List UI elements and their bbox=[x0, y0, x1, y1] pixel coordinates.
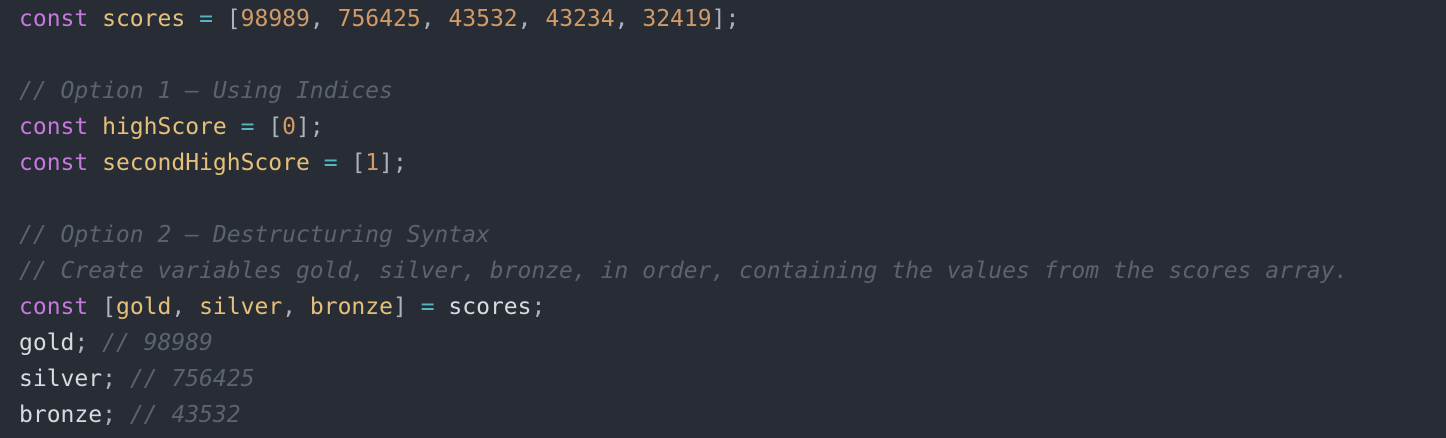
variable-name: secondHighScore bbox=[102, 150, 310, 176]
bracket-open: [ bbox=[102, 294, 116, 320]
bracket-close: ]; bbox=[296, 114, 324, 140]
code-comment: // Option 1 – Using Indices bbox=[19, 78, 393, 104]
number-literal: 32419 bbox=[642, 6, 712, 32]
variable-name: scores bbox=[102, 6, 186, 32]
code-comment: // 43532 bbox=[129, 402, 241, 428]
assign-operator: = bbox=[240, 114, 255, 140]
bracket-open: [ bbox=[226, 6, 241, 32]
bracket-close: ]; bbox=[711, 6, 740, 32]
number-literal: 98989 bbox=[240, 6, 310, 32]
identifier: bronze bbox=[19, 402, 103, 428]
keyword: const bbox=[19, 294, 89, 320]
number-literal: 0 bbox=[282, 114, 297, 140]
code-comment: // 98989 bbox=[102, 330, 213, 356]
identifier: silver bbox=[19, 366, 103, 392]
number-literal: 756425 bbox=[337, 6, 421, 32]
semicolon: ; bbox=[531, 294, 546, 320]
assign-operator: = bbox=[323, 150, 338, 176]
variable-name: highScore bbox=[102, 114, 227, 140]
comma: , bbox=[420, 6, 435, 32]
bracket-close: ] bbox=[392, 294, 407, 320]
assign-operator: = bbox=[420, 294, 435, 320]
code-line-destructure: const [gold, silver, bronze] = scores; bbox=[19, 289, 1446, 325]
code-line-comment-option1: // Option 1 – Using Indices bbox=[19, 73, 1446, 109]
code-line-scores: const scores = [98989, 756425, 43532, 43… bbox=[19, 1, 1446, 37]
number-literal: 43234 bbox=[545, 6, 615, 32]
code-comment: // 756425 bbox=[129, 366, 255, 392]
code-comment: // Option 2 – Destructuring Syntax bbox=[19, 222, 490, 248]
bracket-open: [ bbox=[268, 114, 283, 140]
comma: , bbox=[614, 6, 629, 32]
semicolon: ; bbox=[102, 402, 116, 428]
identifier: scores bbox=[448, 294, 532, 320]
variable-name: silver bbox=[199, 294, 283, 320]
comma: , bbox=[309, 6, 324, 32]
variable-name: bronze bbox=[309, 294, 393, 320]
code-line-bronze: bronze; // 43532 bbox=[19, 397, 1446, 433]
bracket-open: [ bbox=[351, 150, 366, 176]
comma: , bbox=[171, 294, 186, 320]
code-line-secondhighscore: const secondHighScore = [1]; bbox=[19, 145, 1446, 181]
variable-name: gold bbox=[115, 294, 172, 320]
semicolon: ; bbox=[74, 330, 89, 356]
code-line-gold: gold; // 98989 bbox=[19, 325, 1446, 361]
code-editor[interactable]: const scores = [98989, 756425, 43532, 43… bbox=[0, 0, 1446, 438]
semicolon: ; bbox=[102, 366, 116, 392]
code-line-comment-option2: // Option 2 – Destructuring Syntax bbox=[19, 217, 1446, 253]
comma: , bbox=[282, 294, 297, 320]
bracket-close: ]; bbox=[379, 150, 407, 176]
identifier: gold bbox=[19, 330, 75, 356]
code-comment: // Create variables gold, silver, bronze… bbox=[19, 258, 1349, 284]
keyword: const bbox=[19, 114, 89, 140]
keyword: const bbox=[19, 6, 89, 32]
code-line-comment-create: // Create variables gold, silver, bronze… bbox=[19, 253, 1446, 289]
number-literal: 43532 bbox=[448, 6, 518, 32]
comma: , bbox=[517, 6, 532, 32]
keyword: const bbox=[19, 150, 89, 176]
number-literal: 1 bbox=[365, 150, 380, 176]
assign-operator: = bbox=[199, 6, 213, 32]
code-line-silver: silver; // 756425 bbox=[19, 361, 1446, 397]
code-line-highscore: const highScore = [0]; bbox=[19, 109, 1446, 145]
